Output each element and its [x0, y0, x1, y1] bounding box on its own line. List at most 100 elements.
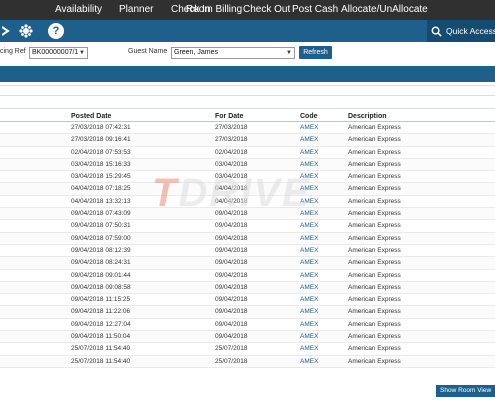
cell-description: American Express: [348, 222, 401, 230]
cell-description: American Express: [348, 234, 401, 242]
chevron-down-icon: ▼: [286, 50, 292, 56]
cell-posted-date: 09/04/2018 11:50:04: [71, 333, 131, 341]
header-for-date[interactable]: For Date: [215, 112, 243, 122]
nav-post-cash[interactable]: Post Cash: [292, 0, 338, 20]
cell-description: American Express: [348, 271, 401, 279]
cell-for-date: 09/04/2018: [215, 222, 248, 230]
cell-for-date: 09/04/2018: [215, 320, 248, 328]
cell-posted-date: 04/04/2018 13:32:13: [71, 197, 131, 205]
cell-description: American Express: [348, 345, 401, 353]
cell-description: American Express: [348, 124, 401, 131]
table-row[interactable]: 09/04/2018 12:27:04 09/04/2018 AMEX America…: [0, 319, 495, 332]
table-row[interactable]: 09/04/2018 09:08:58 09/04/2018 AMEX America…: [0, 281, 495, 295]
cell-code: AMEX: [300, 148, 319, 156]
table-row[interactable]: 09/04/2018 07:59:00 09/04/2018 AMEX America…: [0, 232, 495, 245]
guest-name-select[interactable]: Green, James ▼: [171, 47, 295, 59]
cell-posted-date: 09/04/2018 07:50:31: [71, 222, 131, 230]
gear-icon[interactable]: [18, 20, 34, 42]
table-row[interactable]: 27/03/2018 07:42:31 27/03/2018 AMEX America…: [0, 122, 495, 135]
cell-for-date: 02/04/2018: [215, 148, 248, 156]
cell-code: AMEX: [300, 320, 319, 328]
cell-for-date: 09/04/2018: [215, 333, 248, 341]
cell-posted-date: 09/04/2018 08:12:39: [71, 246, 131, 254]
cell-posted-date: 27/03/2018 09:16:41: [71, 136, 131, 144]
cell-description: American Express: [348, 136, 401, 144]
nav-allocate-unallocate[interactable]: Allocate/UnAllocate: [341, 0, 428, 20]
refresh-button[interactable]: Refresh: [299, 46, 332, 59]
booking-ref-select[interactable]: BK00000007/1 ▼: [29, 47, 88, 59]
table-row[interactable]: 27/03/2018 09:16:41 27/03/2018 AMEX America…: [0, 134, 495, 147]
quick-access-button[interactable]: Quick Access: [427, 20, 495, 42]
search-icon: [431, 26, 442, 37]
table-row[interactable]: 09/04/2018 08:12:39 09/04/2018 AMEX America…: [0, 245, 495, 258]
divider: [0, 95, 495, 96]
cell-code: AMEX: [300, 124, 319, 131]
nav-availability[interactable]: Availability: [55, 0, 102, 20]
table-row[interactable]: 09/04/2018 11:15:25 09/04/2018 AMEX America…: [0, 294, 495, 307]
cell-for-date: 09/04/2018: [215, 296, 248, 304]
cell-posted-date: 09/04/2018 09:08:58: [71, 283, 131, 291]
cell-posted-date: 02/04/2018 07:53:53: [71, 148, 131, 156]
divider: [0, 108, 495, 109]
header-description[interactable]: Description: [348, 112, 387, 122]
cell-code: AMEX: [300, 345, 319, 353]
cell-for-date: 27/03/2018: [215, 136, 248, 144]
booking-ref-value: BK00000007/1: [32, 49, 79, 56]
cell-description: American Express: [348, 259, 401, 267]
section-band: [0, 66, 495, 82]
postings-table: Posted Date For Date Code Description 27…: [0, 112, 495, 368]
cell-code: AMEX: [300, 160, 319, 168]
nav-check-out[interactable]: Check Out: [243, 0, 290, 20]
cell-description: American Express: [348, 296, 401, 304]
cell-description: American Express: [348, 357, 401, 365]
table-row[interactable]: 09/04/2018 11:50:04 09/04/2018 AMEX America…: [0, 331, 495, 344]
cell-description: American Express: [348, 333, 401, 341]
table-row[interactable]: 25/07/2018 11:54:40 25/07/2018 AMEX America…: [0, 355, 495, 368]
nav-room-billing[interactable]: Room Billing: [186, 0, 242, 20]
cell-code: AMEX: [300, 357, 319, 365]
cell-for-date: 09/04/2018: [215, 271, 248, 279]
cell-posted-date: 27/03/2018 07:42:31: [71, 124, 131, 131]
nav-planner[interactable]: Planner: [119, 0, 153, 20]
table-body: 27/03/2018 07:42:31 27/03/2018 AMEX America…: [0, 122, 495, 368]
table-row[interactable]: 09/04/2018 11:22:06 09/04/2018 AMEX America…: [0, 306, 495, 319]
cell-description: American Express: [348, 320, 401, 328]
table-row[interactable]: 09/04/2018 09:01:44 09/04/2018 AMEX America…: [0, 270, 495, 282]
watermark: TDRIVE: [152, 171, 311, 216]
help-icon[interactable]: ?: [48, 23, 64, 39]
cell-for-date: 09/04/2018: [215, 246, 248, 254]
filter-bar: cing Ref BK00000007/1 ▼ Guest Name Green…: [0, 42, 495, 66]
table-row[interactable]: 03/04/2018 15:16:33 03/04/2018 AMEX America…: [0, 158, 495, 172]
cell-description: American Express: [348, 210, 401, 218]
cell-description: American Express: [348, 160, 401, 168]
cell-for-date: 27/03/2018: [215, 124, 248, 131]
cell-description: American Express: [348, 185, 401, 193]
divider: [0, 85, 495, 86]
cell-code: AMEX: [300, 246, 319, 254]
table-row[interactable]: 09/04/2018 08:24:31 09/04/2018 AMEX America…: [0, 257, 495, 270]
cell-posted-date: 25/07/2018 11:54:40: [71, 345, 131, 353]
cell-code: AMEX: [300, 234, 319, 242]
cell-posted-date: 25/07/2018 11:54:40: [71, 357, 131, 365]
chevron-down-icon: ▼: [79, 50, 85, 56]
cell-posted-date: 09/04/2018 07:59:00: [71, 234, 131, 242]
cell-code: AMEX: [300, 283, 319, 291]
people-icon[interactable]: [0, 20, 14, 42]
table-row[interactable]: 25/07/2018 11:54:40 25/07/2018 AMEX America…: [0, 343, 495, 356]
table-row[interactable]: 02/04/2018 07:53:53 02/04/2018 AMEX America…: [0, 147, 495, 159]
cell-code: AMEX: [300, 222, 319, 230]
cell-description: American Express: [348, 197, 401, 205]
cell-for-date: 25/07/2018: [215, 357, 248, 365]
cell-for-date: 25/07/2018: [215, 345, 248, 353]
header-code[interactable]: Code: [300, 112, 318, 122]
cell-posted-date: 04/04/2018 07:18:25: [71, 185, 131, 193]
show-room-view-button[interactable]: Show Room View: [436, 385, 495, 397]
cell-for-date: 09/04/2018: [215, 234, 248, 242]
header-posted-date[interactable]: Posted Date: [71, 112, 111, 122]
cell-posted-date: 09/04/2018 12:27:04: [71, 320, 131, 328]
table-row[interactable]: 09/04/2018 07:50:31 09/04/2018 AMEX America…: [0, 220, 495, 233]
top-nav: Availability Planner Check In Room Billi…: [0, 0, 495, 20]
cell-posted-date: 09/04/2018 07:43:09: [71, 210, 131, 218]
guest-name-label: Guest Name: [128, 48, 168, 55]
cell-description: American Express: [348, 148, 401, 156]
